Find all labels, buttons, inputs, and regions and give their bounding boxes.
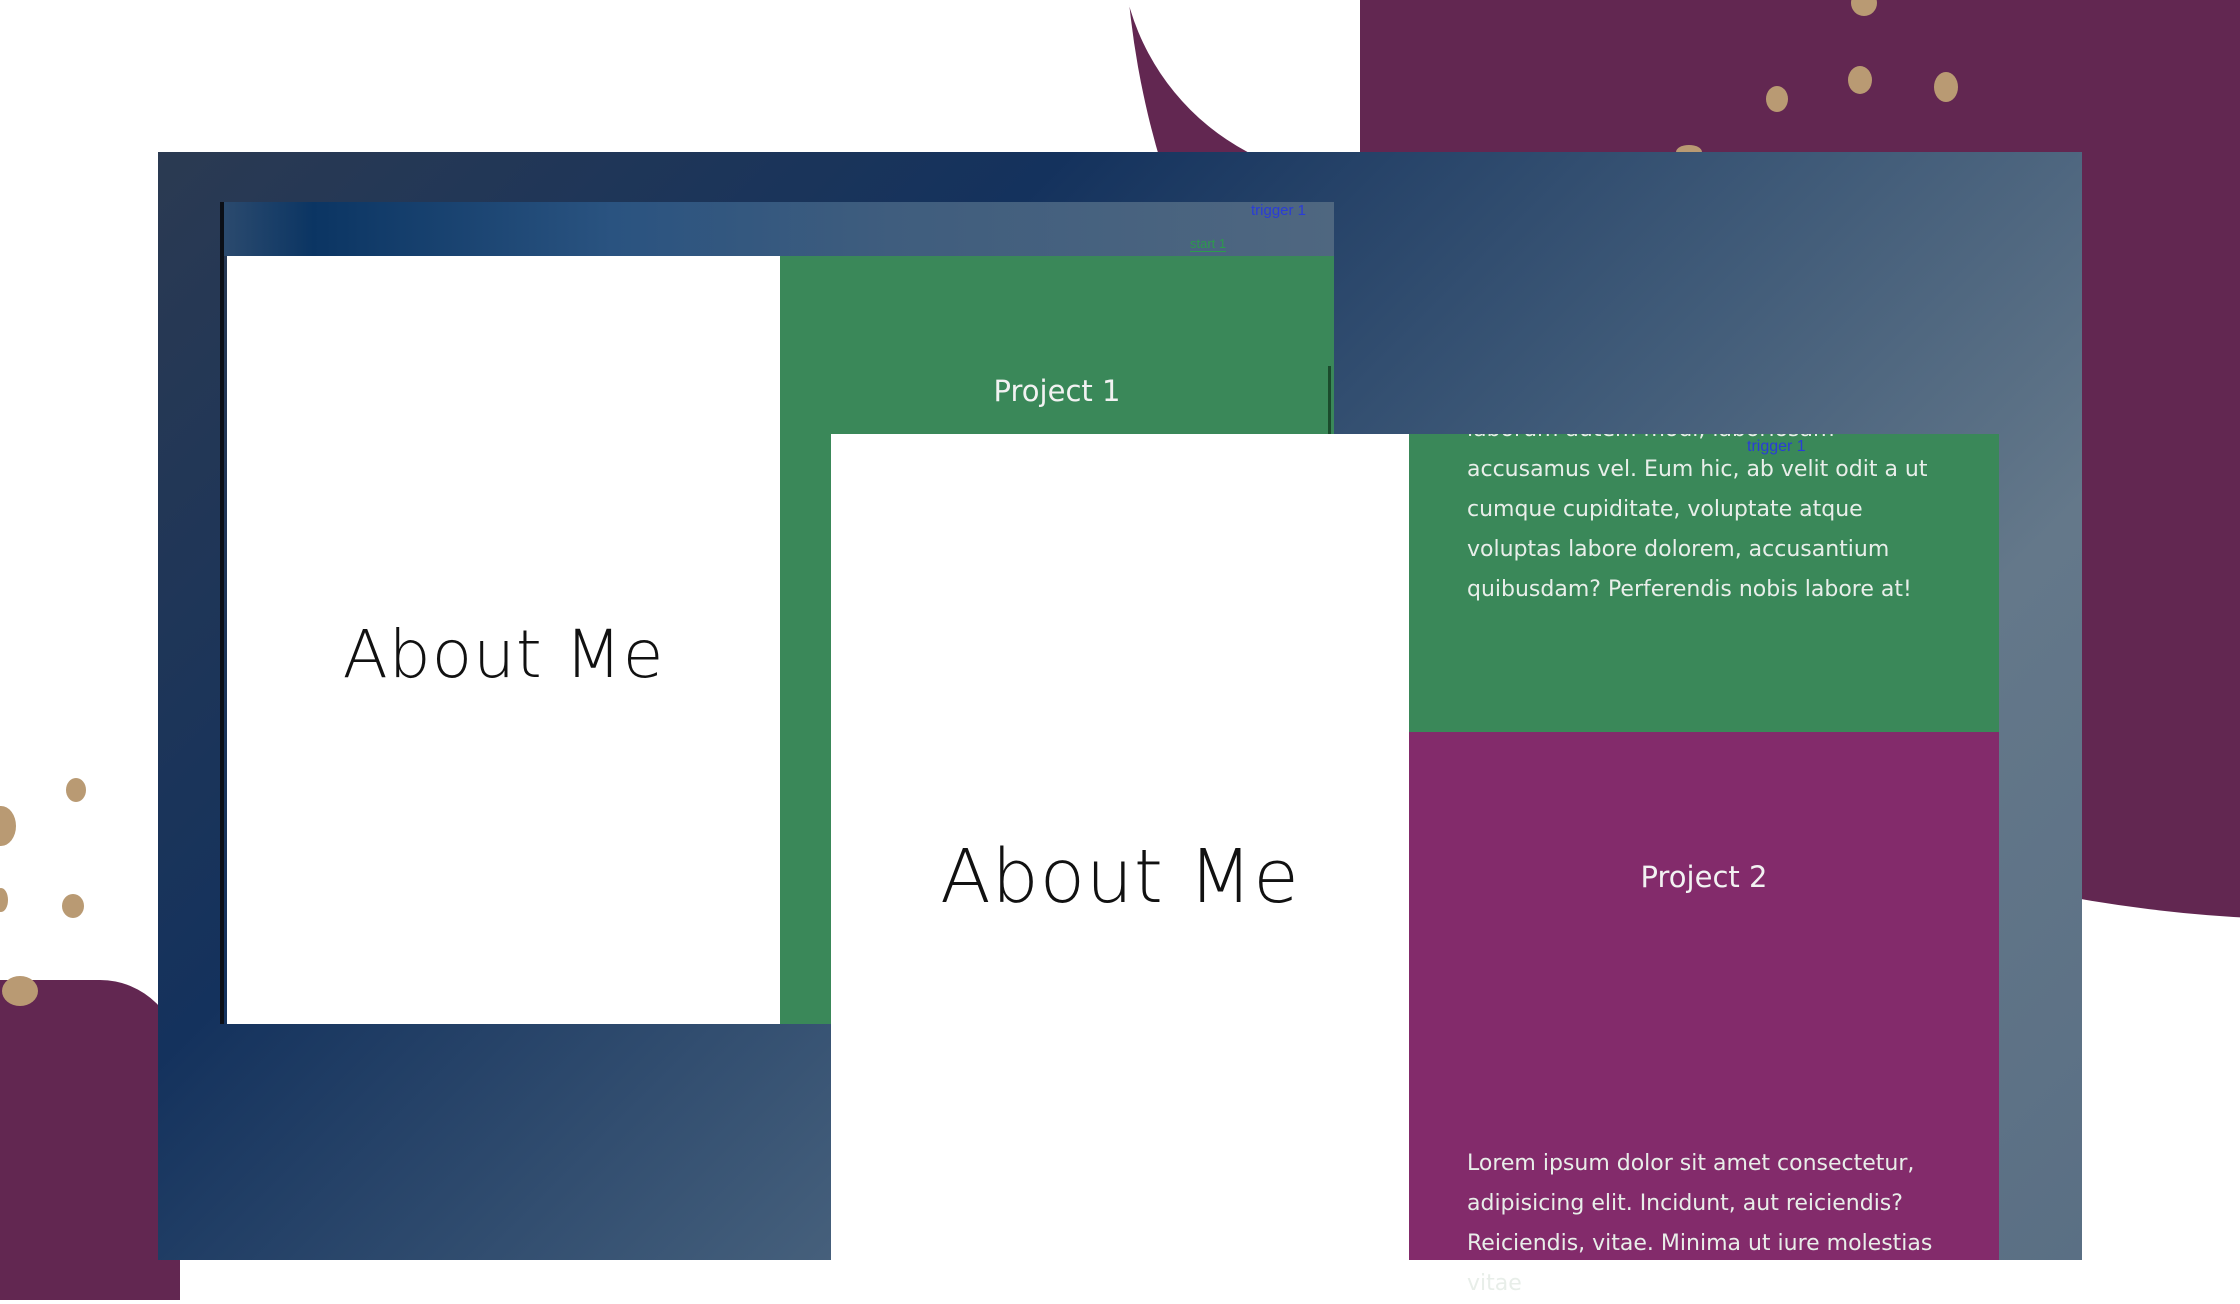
about-title: About Me <box>342 616 665 693</box>
decor-dot <box>66 778 86 802</box>
project1-panel[interactable]: laborum autem modi, laboriosam accusamus… <box>1409 434 1999 732</box>
project1-title: Project 1 <box>993 374 1121 408</box>
portfolio-window-front: About Me laborum autem modi, laboriosam … <box>831 434 1999 1296</box>
decor-dot <box>1766 86 1788 112</box>
decor-dot <box>62 894 84 918</box>
decor-dot <box>1934 72 1958 102</box>
background-white-curve <box>0 700 160 1000</box>
project1-description: laborum autem modi, laboriosam accusamus… <box>1467 434 1928 602</box>
project2-title: Project 2 <box>1640 860 1768 894</box>
about-title: About Me <box>940 834 1300 920</box>
trigger-marker: trigger 1 <box>1251 202 1307 219</box>
decor-dot <box>1848 66 1872 94</box>
project2-panel[interactable]: Project 2 Lorem ipsum dolor sit amet con… <box>1409 732 1999 1296</box>
window-titlebar: trigger 1 start 1 <box>224 202 1334 256</box>
about-panel[interactable]: About Me <box>227 256 780 1024</box>
start-marker: start 1 <box>1190 236 1227 252</box>
about-panel[interactable]: About Me <box>831 434 1409 1260</box>
trigger-marker: trigger 1 <box>1747 438 1806 455</box>
background-blob-bottom-left <box>0 980 180 1300</box>
project2-description: Lorem ipsum dolor sit amet consectetur, … <box>1467 1151 1933 1296</box>
decor-dot <box>2 976 38 1006</box>
